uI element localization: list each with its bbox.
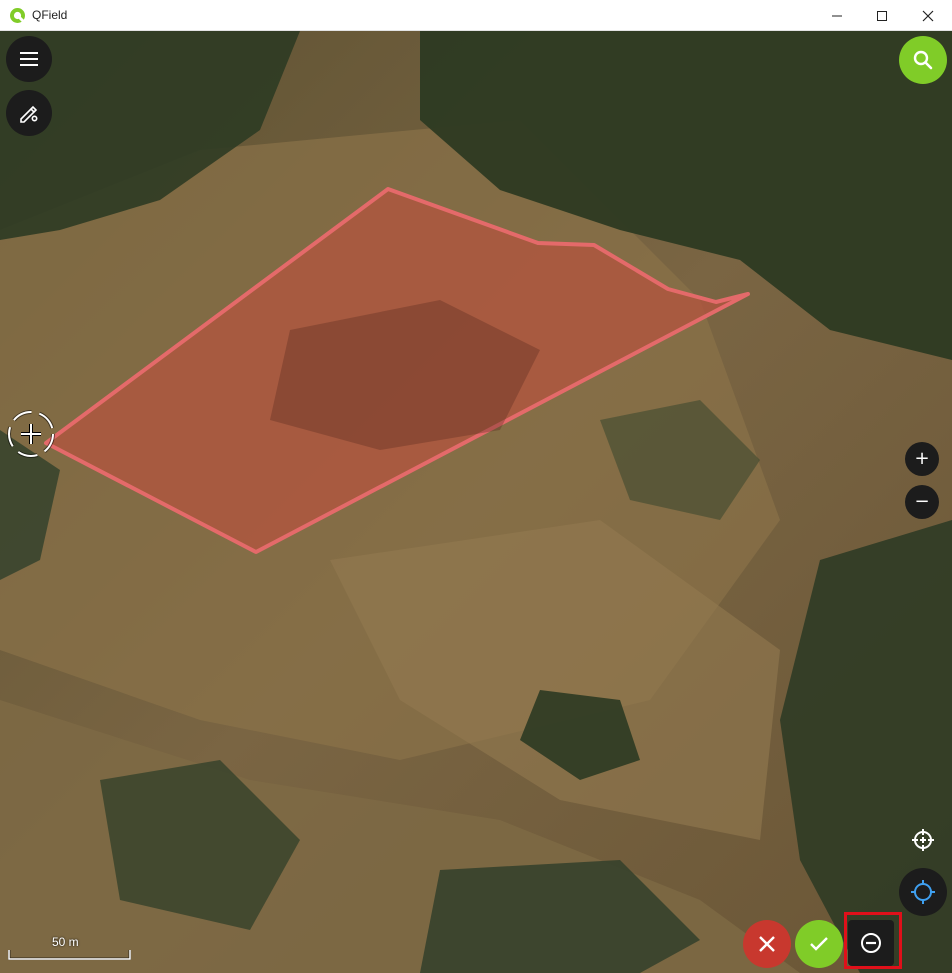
search-icon bbox=[913, 50, 933, 70]
close-icon bbox=[759, 936, 775, 952]
confirm-button[interactable] bbox=[795, 920, 843, 968]
aerial-imagery bbox=[0, 31, 952, 973]
cancel-button[interactable] bbox=[743, 920, 791, 968]
scale-label: 50 m bbox=[52, 935, 79, 949]
close-window-button[interactable] bbox=[905, 0, 951, 31]
crosshair-target-icon bbox=[912, 829, 934, 851]
zoom-out-button[interactable]: − bbox=[905, 485, 939, 519]
crosshair-plus-icon bbox=[7, 410, 55, 458]
pencil-gear-icon bbox=[20, 105, 38, 123]
add-vertex-at-location-button[interactable] bbox=[906, 823, 940, 857]
maximize-button[interactable] bbox=[859, 0, 905, 31]
menu-icon bbox=[20, 52, 38, 66]
highlight-box bbox=[844, 912, 902, 969]
search-button[interactable] bbox=[899, 36, 947, 84]
qfield-logo-icon bbox=[10, 8, 26, 24]
map-canvas[interactable] bbox=[0, 31, 952, 973]
minimize-button[interactable] bbox=[814, 0, 860, 31]
window-titlebar: QField bbox=[0, 0, 952, 31]
digitizing-settings-button[interactable] bbox=[6, 90, 52, 136]
close-icon bbox=[922, 10, 934, 21]
maximize-icon bbox=[877, 10, 887, 21]
check-icon bbox=[810, 937, 828, 951]
window-title: QField bbox=[32, 8, 68, 22]
main-menu-button[interactable] bbox=[6, 36, 52, 82]
zoom-in-button[interactable]: + bbox=[905, 442, 939, 476]
zoom-out-label: − bbox=[914, 491, 930, 512]
scale-bar bbox=[8, 950, 131, 960]
gps-icon bbox=[911, 880, 935, 904]
gps-button[interactable] bbox=[899, 868, 947, 916]
coordinate-locator-crosshair[interactable] bbox=[5, 408, 57, 460]
zoom-in-label: + bbox=[914, 448, 930, 469]
minimize-icon bbox=[832, 15, 842, 16]
